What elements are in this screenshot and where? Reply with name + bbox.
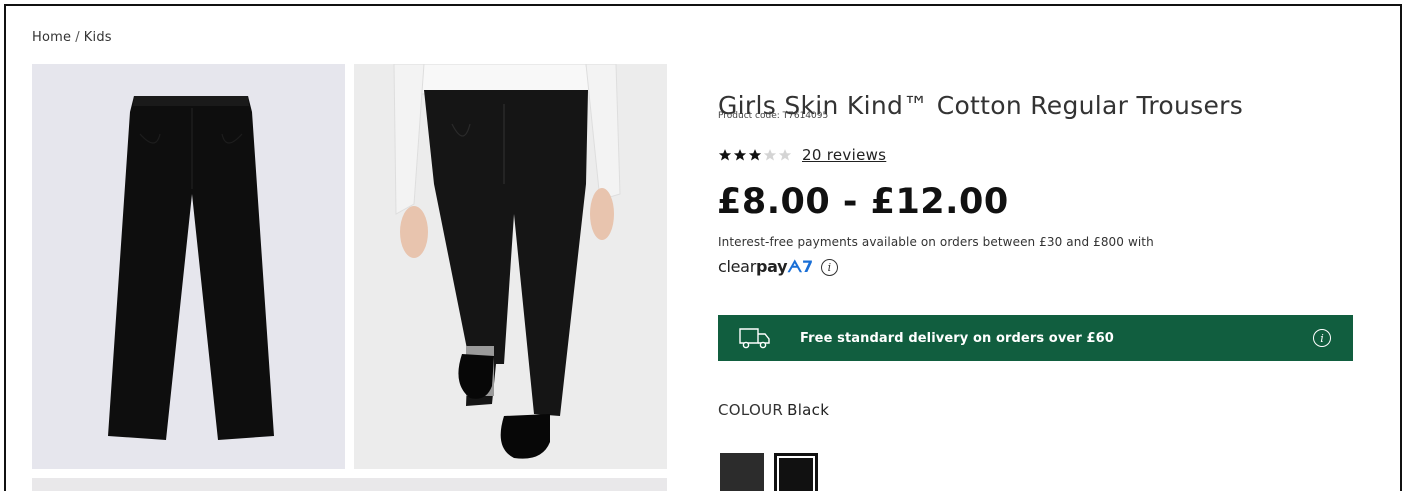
rating: 20 reviews	[718, 145, 886, 165]
trousers-model-illustration	[393, 64, 621, 459]
product-image-flat[interactable]	[32, 64, 345, 469]
clearpay-logo-bold: pay	[755, 257, 788, 276]
colour-label: COLOUR	[718, 401, 784, 419]
delivery-text: Free standard delivery on orders over £6…	[800, 330, 1114, 346]
clearpay-logo-regular: clear	[718, 257, 756, 276]
clearpay-logo-mark: ᗅ7	[787, 257, 813, 276]
info-icon[interactable]: i	[820, 258, 838, 276]
rating-stars	[718, 148, 792, 162]
black-swatch[interactable]	[774, 453, 818, 491]
breadcrumb-separator: /	[75, 30, 80, 45]
trousers-flat-illustration	[108, 96, 274, 440]
product-price: £8.00 - £12.00	[717, 182, 1009, 222]
payment-info-text: Interest-free payments available on orde…	[718, 235, 1154, 249]
product-page: Home/Kids Girls Skin Kind™ Cotton Regu	[4, 4, 1402, 491]
star-filled-icon	[718, 149, 732, 161]
product-code: Product code: T7614095	[718, 111, 829, 121]
star-empty-icon	[778, 149, 792, 161]
truck-icon	[739, 328, 770, 349]
product-image-model[interactable]	[354, 64, 667, 469]
breadcrumb-kids[interactable]: Kids	[84, 30, 112, 45]
breadcrumb: Home / Kids	[32, 30, 112, 45]
clearpay-logo: clearpayᗅ7	[718, 257, 813, 277]
delivery-banner[interactable]: Free standard delivery on orders over £6…	[718, 315, 1353, 361]
grey-swatch[interactable]	[720, 453, 764, 491]
star-empty-icon	[763, 149, 777, 161]
clearpay-row: clearpayᗅ7 i	[718, 257, 838, 277]
star-filled-icon	[733, 149, 747, 161]
delivery-info-icon[interactable]: i	[1313, 329, 1331, 347]
colour-value: Black	[787, 401, 830, 419]
reviews-link[interactable]: 20 reviews	[802, 146, 886, 164]
colour-selector-label: COLOUR Black	[718, 401, 829, 419]
breadcrumb-home[interactable]: Home	[32, 30, 71, 45]
product-image-next[interactable]	[32, 478, 667, 491]
star-filled-icon	[748, 149, 762, 161]
